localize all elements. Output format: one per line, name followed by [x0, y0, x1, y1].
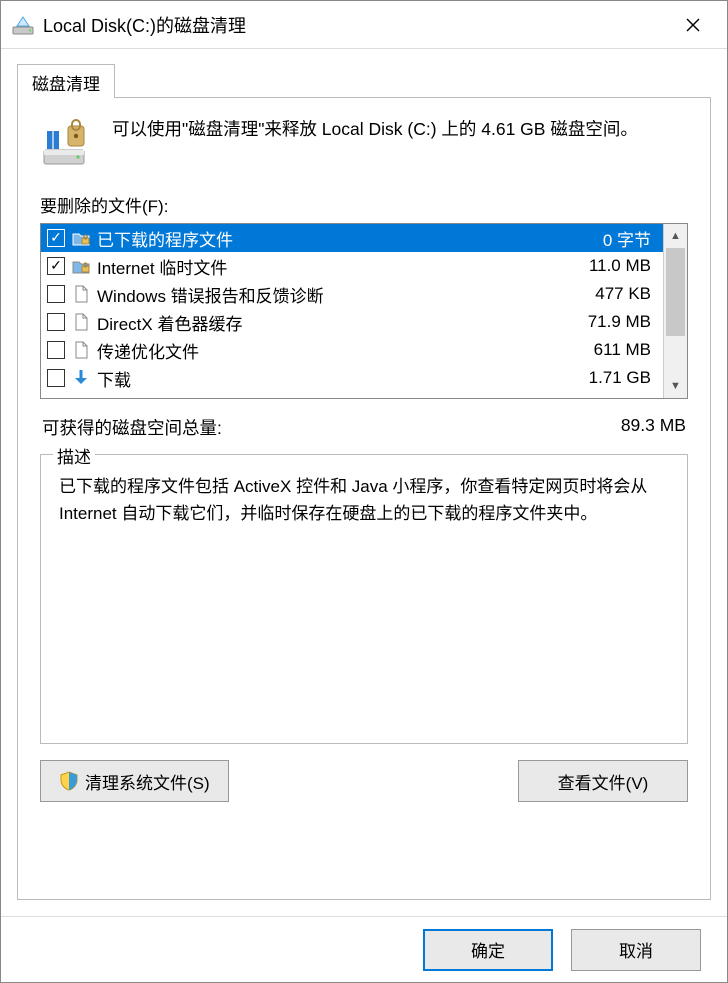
clean-system-files-button[interactable]: 清理系统文件(S) [40, 760, 229, 802]
file-row-name: Windows 错误报告和反馈诊断 [97, 282, 561, 307]
scroll-thumb[interactable] [666, 248, 685, 336]
file-row-size: 1.71 GB [567, 368, 657, 388]
titlebar: Local Disk(C:)的磁盘清理 [1, 1, 727, 49]
scroll-track[interactable] [664, 248, 687, 374]
close-button[interactable] [671, 9, 715, 41]
close-icon [686, 18, 700, 32]
file-row[interactable]: DirectX 着色器缓存 71.9 MB [41, 308, 663, 336]
file-row[interactable]: Internet 临时文件 11.0 MB [41, 252, 663, 280]
tab-disk-cleanup[interactable]: 磁盘清理 [17, 64, 115, 98]
tab-content: 可以使用"磁盘清理"来释放 Local Disk (C:) 上的 4.61 GB… [17, 97, 711, 900]
file-row-name: 下载 [97, 366, 561, 391]
intro-row: 可以使用"磁盘清理"来释放 Local Disk (C:) 上的 4.61 GB… [40, 116, 688, 170]
file-row-name: 传递优化文件 [97, 338, 561, 363]
download-icon [71, 368, 91, 388]
file-row-size: 477 KB [567, 284, 657, 304]
file-row-name: DirectX 着色器缓存 [97, 310, 561, 335]
file-row[interactable]: Windows 错误报告和反馈诊断 477 KB [41, 280, 663, 308]
scroll-down-button[interactable]: ▼ [664, 374, 687, 398]
file-list-scrollbar[interactable]: ▲ ▼ [663, 224, 687, 398]
file-row-checkbox[interactable] [47, 369, 65, 387]
file-row-checkbox[interactable] [47, 285, 65, 303]
window-title: Local Disk(C:)的磁盘清理 [43, 12, 671, 38]
file-row-checkbox[interactable] [47, 341, 65, 359]
cancel-button[interactable]: 取消 [571, 929, 701, 971]
total-space-label: 可获得的磁盘空间总量: [42, 415, 621, 440]
cancel-label: 取消 [619, 937, 653, 962]
description-text: 已下载的程序文件包括 ActiveX 控件和 Java 小程序，你查看特定网页时… [59, 473, 669, 527]
ok-button[interactable]: 确定 [423, 929, 553, 971]
folder-locked-icon [71, 228, 91, 248]
file-list: 已下载的程序文件0 字节Internet 临时文件 11.0 MB Windows … [40, 223, 688, 399]
dialog-footer: 确定 取消 [1, 916, 727, 982]
tab-strip: 磁盘清理 [17, 63, 711, 97]
file-row-name: 已下载的程序文件 [97, 226, 561, 251]
file-icon [71, 284, 91, 304]
file-row[interactable]: 已下载的程序文件0 字节 [41, 224, 663, 252]
description-legend: 描述 [53, 443, 95, 468]
file-row-size: 71.9 MB [567, 312, 657, 332]
intro-text: 可以使用"磁盘清理"来释放 Local Disk (C:) 上的 4.61 GB… [112, 116, 688, 170]
file-list-label: 要删除的文件(F): [40, 192, 688, 217]
shield-icon [59, 771, 79, 791]
file-icon [71, 340, 91, 360]
description-group: 描述 已下载的程序文件包括 ActiveX 控件和 Java 小程序，你查看特定… [40, 454, 688, 744]
file-row-checkbox[interactable] [47, 257, 65, 275]
file-row-size: 611 MB [567, 340, 657, 360]
file-icon [71, 312, 91, 332]
folder-locked-icon [71, 256, 91, 276]
action-button-row: 清理系统文件(S) 查看文件(V) [40, 760, 688, 802]
disk-cleanup-icon [11, 13, 35, 37]
dialog-body: 磁盘清理 可以使用"磁盘清理"来 [1, 49, 727, 916]
ok-label: 确定 [471, 937, 505, 962]
file-row[interactable]: 下载 1.71 GB [41, 364, 663, 392]
disk-cleanup-dialog: Local Disk(C:)的磁盘清理 磁盘清理 [0, 0, 728, 983]
file-row-size: 11.0 MB [567, 256, 657, 276]
scroll-up-button[interactable]: ▲ [664, 224, 687, 248]
disk-cleanup-large-icon [40, 116, 94, 170]
file-row-size: 0 字节 [567, 226, 657, 251]
file-row-checkbox[interactable] [47, 229, 65, 247]
view-files-button[interactable]: 查看文件(V) [518, 760, 688, 802]
total-space-row: 可获得的磁盘空间总量: 89.3 MB [42, 415, 686, 440]
view-files-label: 查看文件(V) [558, 769, 649, 794]
clean-system-files-label: 清理系统文件(S) [85, 769, 210, 794]
file-row[interactable]: 传递优化文件 611 MB [41, 336, 663, 364]
file-row-name: Internet 临时文件 [97, 254, 561, 279]
total-space-value: 89.3 MB [621, 415, 686, 440]
file-row-checkbox[interactable] [47, 313, 65, 331]
